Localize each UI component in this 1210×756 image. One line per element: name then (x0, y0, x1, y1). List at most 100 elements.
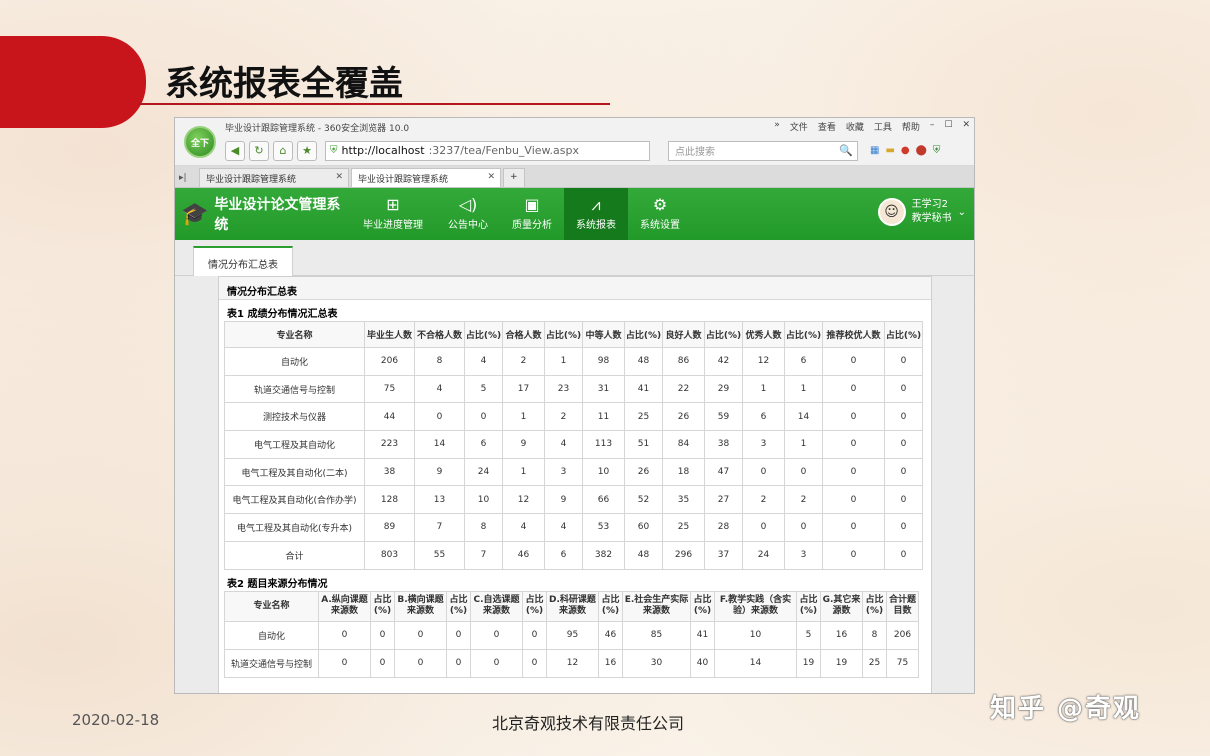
url-path: :3237/tea/Fenbu_View.aspx (428, 144, 579, 157)
column-header: 占比(%) (884, 321, 923, 348)
nav-label: 系统报表 (576, 220, 616, 231)
avatar: ☺ (877, 198, 906, 226)
nav-quality[interactable]: ▣ 质量分析 (500, 188, 564, 240)
nav-settings[interactable]: ⚙ 系统设置 (628, 188, 692, 240)
column-header: A.纵向课题来源数 (318, 590, 371, 622)
menu-tools[interactable]: 工具 (874, 120, 892, 133)
folder-icon[interactable]: ▬ (885, 145, 894, 156)
window-title: 毕业设计跟踪管理系统 - 360安全浏览器 10.0 (225, 123, 410, 134)
table-cell: 0 (884, 513, 923, 542)
column-header: 占比(%) (370, 590, 395, 622)
table-cell: 24 (742, 540, 785, 570)
slide-date: 2020-02-18 (72, 711, 160, 729)
table-cell: 1 (784, 430, 823, 459)
menu-favorites[interactable]: 收藏 (846, 120, 864, 133)
grade-distribution-table: 专业名称 毕业生人数 不合格人数 占比(%) 合格人数 占比(%) 中等人数 占比(%) 良好人… (224, 321, 923, 570)
row-name-cell: 电气工程及其自动化(专升本) (224, 513, 365, 542)
tab-close-icon[interactable]: ✕ (487, 172, 495, 182)
tab-summary[interactable]: 情况分布汇总表 (193, 246, 293, 276)
security-icon[interactable]: ⛨ (933, 145, 941, 156)
address-bar[interactable]: ⛨ http://localhost:3237/tea/Fenbu_View.a… (325, 140, 650, 161)
nav-reports[interactable]: ⩘ 系统报表 (564, 188, 628, 240)
nav-notice[interactable]: ◁) 公告中心 (436, 188, 500, 240)
browser-logo-icon[interactable]: 全下 (184, 126, 216, 158)
table-row: 合计 803 55 7 46 6 382 48 296 37 24 3 0 0 (224, 540, 923, 570)
menu-file[interactable]: 文件 (790, 120, 808, 133)
red-accent-tab (0, 36, 146, 128)
table-cell: 0 (370, 648, 395, 678)
chevron-down-icon[interactable]: ⌄ (958, 207, 966, 218)
browser-tab-active[interactable]: 毕业设计跟踪管理系统 ✕ (351, 168, 501, 187)
table-cell: 75 (886, 648, 919, 678)
column-header: E.社会生产实际来源数 (622, 590, 691, 622)
close-icon[interactable]: ✕ (962, 120, 970, 133)
table-cell: 0 (742, 513, 785, 542)
table-cell: 86 (662, 347, 705, 376)
topic-source-table: 专业名称 A.纵向课题来源数 占比(%) B.横向课题来源数 占比(%) C.自选课题来源… (224, 590, 919, 678)
table-cell: 16 (820, 620, 863, 650)
table-cell: 51 (624, 430, 663, 459)
app-header: 🎓 毕业设计论文管理系统 ⊞ 毕业进度管理 ◁) 公告中心 ▣ 质量分析 ⩘ 系… (175, 188, 974, 240)
table-cell: 5 (796, 620, 821, 650)
table-cell: 42 (704, 347, 743, 376)
table-cell: 2 (784, 485, 823, 515)
refresh-icon[interactable]: ↻ (249, 140, 269, 161)
column-header: 占比(%) (598, 590, 623, 622)
table-cell: 0 (822, 347, 885, 376)
search-input[interactable]: 点此搜索 🔍 (668, 140, 858, 161)
column-header: 不合格人数 (414, 321, 465, 348)
table-cell: 12 (546, 648, 599, 678)
column-header: 优秀人数 (742, 321, 785, 348)
browser-tab[interactable]: 毕业设计跟踪管理系统 ✕ (199, 168, 349, 187)
star-icon[interactable]: ★ (297, 140, 317, 161)
menu-view[interactable]: 查看 (818, 120, 836, 133)
browser-menu: » 文件 查看 收藏 工具 帮助 – ☐ ✕ (774, 120, 970, 133)
search-icon[interactable]: 🔍 (839, 144, 853, 157)
column-header: 专业名称 (224, 590, 319, 622)
tab-label: 毕业设计跟踪管理系统 (358, 175, 449, 185)
column-header: 占比(%) (544, 321, 583, 348)
column-header: 占比(%) (446, 590, 471, 622)
adblock-icon[interactable]: ⬤ (916, 145, 927, 156)
table-cell: 223 (364, 430, 415, 459)
secure-shield-icon: ⛨ (330, 145, 338, 156)
maximize-icon[interactable]: ☐ (944, 120, 952, 133)
table-cell: 24 (464, 457, 503, 487)
watermark: 知乎 @奇观 (990, 694, 1142, 724)
user-menu[interactable]: ☺ 王学习2 教学秘书 ⌄ (877, 198, 966, 226)
table-cell: 0 (822, 430, 885, 459)
url-host: http://localhost (341, 144, 425, 157)
table-cell: 0 (318, 620, 371, 650)
table-cell: 3 (742, 430, 785, 459)
browser-navbar: ◀ ↻ ⌂ ★ ⛨ http://localhost:3237/tea/Fenb… (175, 136, 974, 166)
table-cell: 48 (624, 540, 663, 570)
apps-icon[interactable]: ▦ (870, 145, 879, 156)
table-cell: 22 (662, 374, 705, 404)
nav-progress[interactable]: ⊞ 毕业进度管理 (350, 188, 436, 240)
panel-title: 情况分布汇总表 (219, 277, 931, 300)
column-header: G.其它来源数 (820, 590, 863, 622)
table-cell: 60 (624, 513, 663, 542)
minimize-icon[interactable]: – (930, 120, 935, 133)
back-icon[interactable]: ◀ (225, 140, 245, 161)
menu-help[interactable]: 帮助 (902, 120, 920, 133)
home-icon[interactable]: ⌂ (273, 140, 293, 161)
table-cell: 6 (544, 540, 583, 570)
table-cell: 46 (598, 620, 623, 650)
column-header: 中等人数 (582, 321, 625, 348)
table-cell: 0 (822, 540, 885, 570)
menu-more[interactable]: » (774, 120, 780, 133)
table-cell: 0 (822, 513, 885, 542)
table-cell: 53 (582, 513, 625, 542)
table-cell: 1 (502, 402, 545, 432)
table-cell: 0 (394, 620, 447, 650)
table-row: 电气工程及其自动化(专升本) 89 7 8 4 4 53 60 25 28 0 0 0 0 (224, 513, 923, 542)
table-cell: 16 (598, 648, 623, 678)
table-cell: 2 (742, 485, 785, 515)
table-cell: 128 (364, 485, 415, 515)
tab-close-icon[interactable]: ✕ (335, 172, 343, 182)
location-icon[interactable]: ● (901, 145, 910, 156)
sidebar-toggle-icon[interactable]: ▸| (179, 173, 197, 187)
new-tab-button[interactable]: + (503, 168, 525, 187)
table-cell: 59 (704, 402, 743, 432)
